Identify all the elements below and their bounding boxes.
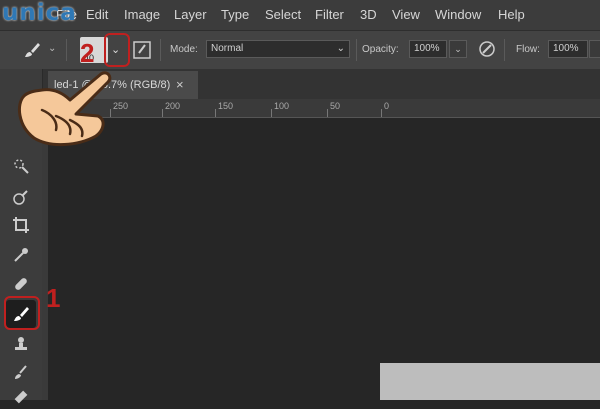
- clone-stamp-tool-icon[interactable]: [8, 331, 34, 357]
- annotation-chevron-highlight: [104, 33, 130, 67]
- eraser-tool-icon[interactable]: [8, 383, 34, 409]
- history-brush-tool-icon[interactable]: [8, 359, 34, 385]
- flow-label: Flow:: [516, 44, 540, 55]
- menu-view[interactable]: View: [392, 7, 420, 22]
- ruler-tick: [215, 109, 216, 117]
- mode-select[interactable]: Normal ⌄: [206, 40, 350, 58]
- crop-tool-icon[interactable]: [8, 212, 34, 238]
- options-separator: [66, 39, 67, 61]
- document-canvas[interactable]: [380, 363, 600, 400]
- brush-tool-icon[interactable]: [22, 40, 42, 63]
- flow-slider-chevron-icon[interactable]: [589, 40, 600, 58]
- ruler-tick: [162, 109, 163, 117]
- ruler-label: 200: [165, 101, 181, 111]
- menu-help[interactable]: Help: [498, 7, 525, 22]
- healing-brush-tool-icon[interactable]: [8, 271, 34, 297]
- mode-value: Normal: [211, 43, 244, 54]
- annotation-step-2: 2: [80, 38, 95, 68]
- options-separator: [356, 39, 357, 61]
- document-tab-close-icon[interactable]: ×: [176, 77, 184, 92]
- brush-settings-panel-icon[interactable]: [133, 41, 151, 62]
- ruler-label: 0: [384, 101, 390, 111]
- ruler-tick: [381, 109, 382, 117]
- annotation-brush-highlight: [4, 296, 40, 330]
- menu-3d[interactable]: 3D: [360, 7, 377, 22]
- options-separator: [160, 39, 161, 61]
- flow-input[interactable]: 100%: [548, 40, 588, 58]
- ruler-tick: [327, 109, 328, 117]
- eyedropper-tool-icon[interactable]: [8, 242, 34, 268]
- menu-select[interactable]: Select: [265, 7, 301, 22]
- canvas-workspace[interactable]: [48, 118, 600, 400]
- pointing-hand-icon: [12, 70, 117, 155]
- menu-bar: File Edit Image Layer Type Select Filter…: [0, 0, 600, 30]
- ruler-label: 50: [330, 101, 341, 111]
- flow-value: 100%: [553, 43, 579, 54]
- horizontal-ruler: 250 200 150 100 50 0: [48, 99, 600, 118]
- quick-selection-tool-icon[interactable]: [8, 153, 34, 179]
- menu-layer[interactable]: Layer: [174, 7, 207, 22]
- opacity-input[interactable]: 100%: [409, 40, 447, 58]
- unica-logo: unica: [2, 0, 77, 26]
- opacity-slider-chevron-icon[interactable]: ⌄: [449, 40, 467, 58]
- mode-chevron-down-icon: ⌄: [336, 43, 345, 54]
- opacity-label: Opacity:: [362, 44, 399, 55]
- menu-type[interactable]: Type: [221, 7, 249, 22]
- ruler-tick: [271, 109, 272, 117]
- mode-label: Mode:: [170, 44, 198, 55]
- ruler-label: 100: [274, 101, 290, 111]
- patch-tool-icon[interactable]: [8, 185, 34, 211]
- opacity-value: 100%: [414, 43, 440, 54]
- menu-edit[interactable]: Edit: [86, 7, 108, 22]
- tool-preset-chevron-down-icon[interactable]: ⌄: [48, 43, 56, 54]
- menu-filter[interactable]: Filter: [315, 7, 344, 22]
- options-separator: [504, 39, 505, 61]
- pressure-opacity-icon[interactable]: [478, 40, 496, 61]
- ruler-label: 150: [218, 101, 234, 111]
- annotation-step-1: 1: [46, 283, 61, 313]
- menu-image[interactable]: Image: [124, 7, 160, 22]
- menu-window[interactable]: Window: [435, 7, 481, 22]
